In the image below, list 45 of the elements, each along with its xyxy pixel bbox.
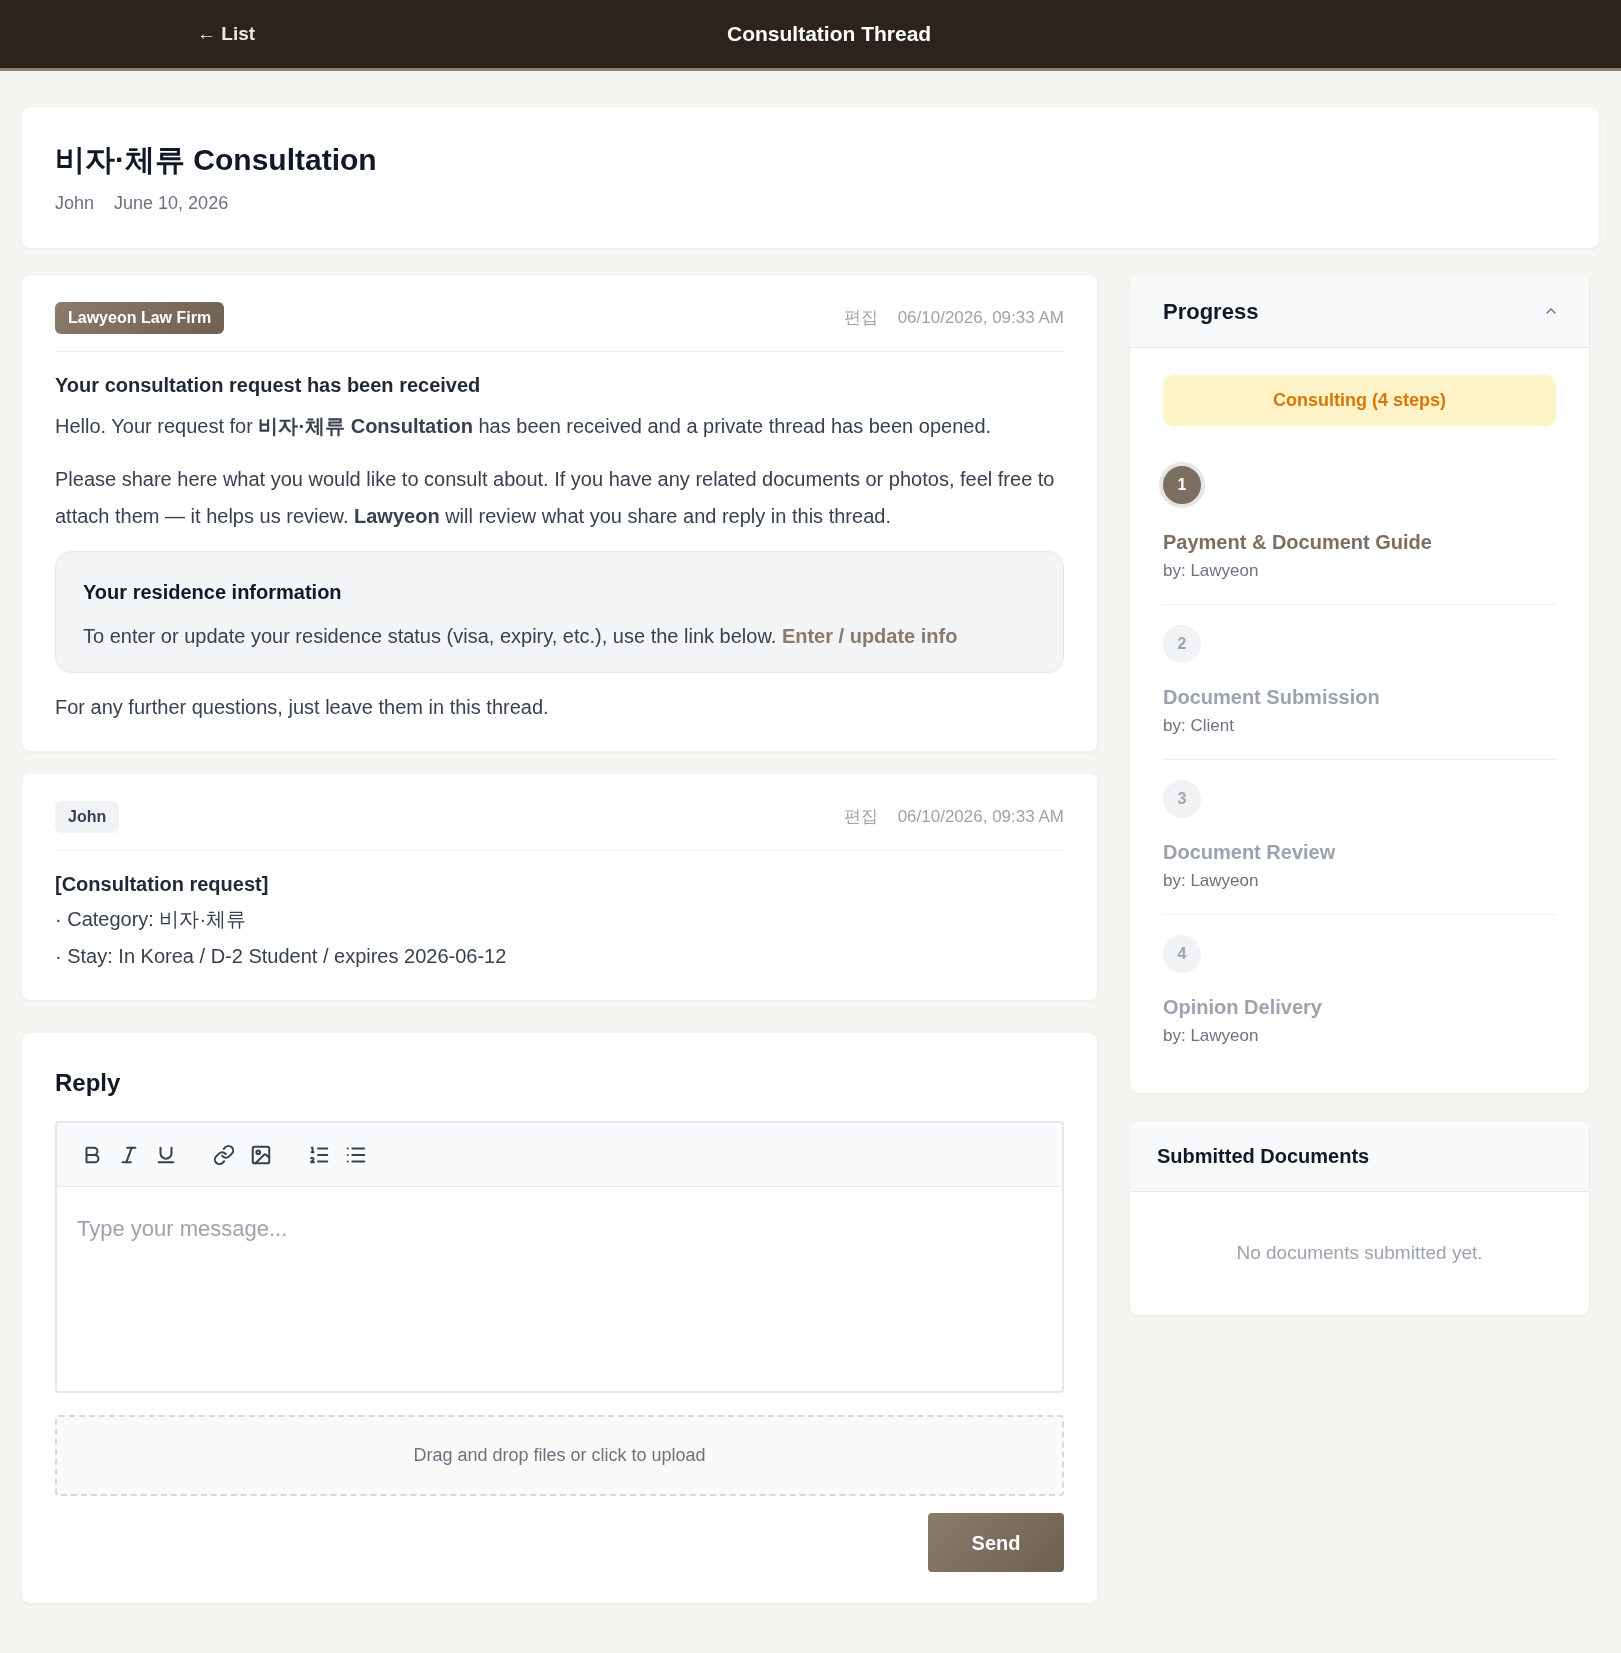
step-assignee: by: Lawyeon (1163, 560, 1260, 582)
image-button[interactable] (250, 1143, 272, 1166)
message-paragraph: Please share here what you would like to consult about. If you have any related documents or photos, feel free to attach them — it helps us review. Lawyeon will review what you share and reply in this thread. (55, 467, 1056, 529)
progress-title: Progress (1163, 297, 1259, 326)
upload-dropzone[interactable]: Drag and drop files or click to upload (55, 1415, 1064, 1496)
step-title: Document Submission (1163, 685, 1381, 710)
message-field[interactable]: Type your message... (55, 1187, 1064, 1393)
edit-button[interactable]: 편집 (843, 305, 878, 331)
step-assignee: by: Lawyeon (1163, 1025, 1260, 1047)
sender-badge: John (55, 801, 120, 833)
step-assignee: by: Client (1163, 715, 1235, 737)
link-icon (213, 1143, 235, 1166)
empty-documents-text: No documents submitted yet. (1236, 1241, 1483, 1266)
link-button[interactable] (213, 1143, 235, 1166)
message-timestamp: 06/10/2026, 09:33 AM (897, 307, 1064, 330)
status-badge: Consulting (4 steps) (1163, 375, 1556, 426)
message-timestamp: 06/10/2026, 09:33 AM (897, 806, 1064, 829)
step-title: Opinion Delivery (1163, 995, 1323, 1020)
step-title: Payment & Document Guide (1163, 530, 1433, 555)
reply-title: Reply (55, 1068, 122, 1098)
step-title: Document Review (1163, 840, 1337, 865)
info-title: Your residence information (83, 580, 343, 605)
thread-date: June 10, 2026 (114, 192, 229, 215)
image-icon (250, 1143, 272, 1166)
step-number: 3 (1163, 780, 1201, 818)
page-title: Consultation Thread (727, 21, 932, 48)
step-number: 2 (1163, 625, 1201, 663)
info-text: To enter or update your residence status (visa, expiry, etc.), use the link below. Enter / update info (83, 624, 959, 649)
send-button[interactable]: Send (928, 1513, 1064, 1572)
step-number: 1 (1159, 462, 1205, 508)
update-info-link[interactable]: Enter / update info (781, 625, 958, 647)
message-heading: Your consultation request has been received (55, 373, 482, 398)
step-assignee: by: Lawyeon (1163, 870, 1260, 892)
message-paragraph: Hello. Your request for 비자·체류 Consultation has been received and a private thread has been opened. (55, 414, 993, 439)
documents-title: Submitted Documents (1157, 1144, 1370, 1169)
sender-badge: Lawyeon Law Firm (55, 302, 225, 334)
thread-title: 비자·체류 Consultation (55, 142, 378, 178)
message-line: · Category: 비자·체류 (55, 907, 248, 932)
step-number: 4 (1163, 935, 1201, 973)
message-line: · Stay: In Korea / D-2 Student / expires 2026-06-12 (55, 944, 508, 969)
message-paragraph: For any further questions, just leave them in this thread. (55, 695, 550, 720)
back-link[interactable]: ← List (197, 22, 256, 44)
message-heading: [Consultation request] (55, 872, 270, 897)
edit-button[interactable]: 편집 (843, 804, 878, 830)
thread-author: John (55, 192, 95, 215)
